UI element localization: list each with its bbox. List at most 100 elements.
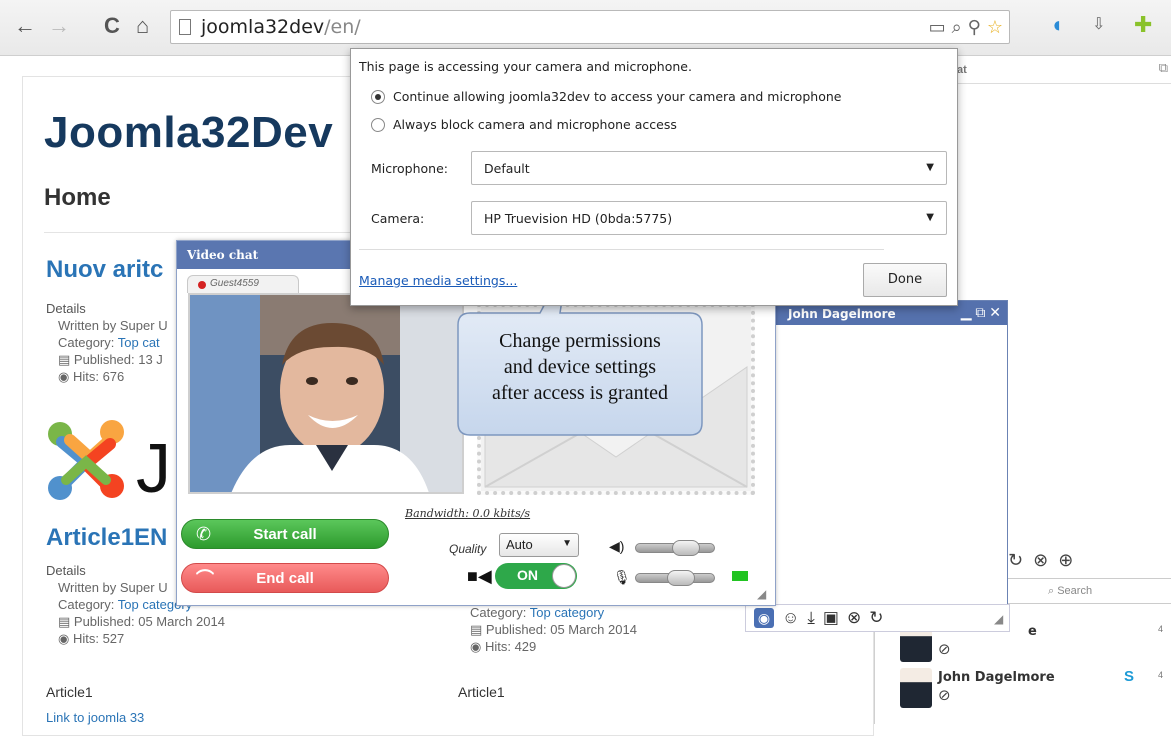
start-call-button[interactable]: ✆ Start call <box>181 519 389 549</box>
contact-count: 4 <box>1158 624 1164 634</box>
article-details: Details Written by Super U Category: Top… <box>46 301 168 384</box>
article-link[interactable]: Link to joomla 33 <box>46 710 144 725</box>
quality-select[interactable]: Auto ▼ <box>499 533 579 557</box>
published-date: Published: 05 March 2014 <box>485 622 637 637</box>
end-call-label: End call <box>256 569 314 587</box>
media-permission-popup: This page is accessing your camera and m… <box>350 48 958 306</box>
resize-grip-icon[interactable]: ◢ <box>757 587 766 601</box>
reload-button[interactable]: C <box>104 14 120 38</box>
live-indicator-icon <box>198 281 206 289</box>
offline-status-icon: ⊘ <box>938 641 951 658</box>
joomla-logo: J <box>48 420 171 507</box>
private-chat-toolbar: ◉ ☺ ⤓ ▣ ⊗ ↻ <box>745 604 1010 632</box>
close-icon[interactable]: ✕ <box>989 304 1001 320</box>
microphone-icon: 🎙 <box>613 569 631 585</box>
speaker-icon: ◀) <box>609 538 625 554</box>
eye-icon: ◉ <box>58 369 73 384</box>
article-title[interactable]: Nuov aritc <box>46 256 163 284</box>
microphone-select[interactable]: Default ▼ <box>471 151 947 185</box>
hits-count: Hits: 676 <box>72 369 125 384</box>
resize-grip-icon[interactable]: ◢ <box>994 612 1003 626</box>
site-title[interactable]: Joomla32Dev <box>44 108 333 158</box>
page-heading: Home <box>44 184 111 211</box>
allow-radio[interactable] <box>371 89 385 104</box>
skype-icon[interactable]: S <box>1124 668 1134 685</box>
extension-download-icon[interactable]: ⇩ <box>1092 12 1105 38</box>
slider-knob[interactable] <box>672 540 700 556</box>
close-circle-icon[interactable]: ⊗ <box>847 608 861 628</box>
slider-knob[interactable] <box>667 570 695 586</box>
article-details: Category: Top category ▤ Published: 05 M… <box>470 605 637 654</box>
key-icon[interactable]: ⚲ <box>968 17 981 37</box>
divider <box>359 249 884 250</box>
avatar <box>900 668 932 708</box>
hits-count: Hits: 429 <box>484 639 537 654</box>
hangup-icon: ⌒ <box>196 569 214 589</box>
zoom-icon[interactable]: ⌕ <box>952 17 962 37</box>
close-circle-icon[interactable]: ⊗ <box>1033 550 1048 571</box>
extension-android-icon[interactable]: ✚ <box>1134 12 1152 38</box>
minimize-icon[interactable]: ▁ <box>961 304 972 320</box>
camera-toggle[interactable]: ON <box>495 563 577 589</box>
category-link[interactable]: Top category <box>530 605 604 620</box>
dropdown-arrow-icon: ▼ <box>926 162 934 173</box>
url-text[interactable]: joomla32dev/en/ <box>201 16 361 38</box>
save-icon[interactable]: ▣ <box>823 608 839 628</box>
quality-value: Auto <box>506 537 533 552</box>
contact-count: 4 <box>1158 670 1164 680</box>
speaker-volume-slider[interactable] <box>635 540 715 556</box>
divider <box>44 232 354 233</box>
add-circle-icon[interactable]: ⊕ <box>1058 550 1073 571</box>
camera-icon: ■◀ <box>467 566 492 586</box>
download-icon[interactable]: ⤓ <box>807 608 815 628</box>
contact-name: John Dagelmore <box>938 670 1055 685</box>
refresh-icon[interactable]: ↻ <box>1008 550 1023 571</box>
toggle-knob <box>552 564 576 588</box>
offline-status-icon: ⊘ <box>938 687 951 704</box>
popout-icon[interactable]: ⧉ <box>1159 60 1168 76</box>
published-date: Published: 05 March 2014 <box>73 614 225 629</box>
block-option-label: Always block camera and microphone acces… <box>393 117 677 132</box>
contact-row[interactable]: John Dagelmore ⊘ S 4 <box>896 668 1171 712</box>
block-option[interactable]: Always block camera and microphone acces… <box>371 117 677 132</box>
contact-toolbar: ↻ ⊗ ⊕ <box>1008 550 1073 571</box>
camera-indicator-icon[interactable]: ▭ <box>929 17 946 37</box>
webcam-icon[interactable]: ◉ <box>754 608 774 628</box>
guest-name: Guest4559 <box>210 278 259 289</box>
page-icon <box>179 19 191 35</box>
quality-label: Quality <box>449 542 487 556</box>
category-link[interactable]: Top cat <box>118 335 160 350</box>
contact-search-input[interactable]: ⌕ Search <box>1008 578 1171 604</box>
allow-option[interactable]: Continue allowing joomla32dev to access … <box>371 89 841 104</box>
contact-name: e <box>1028 624 1037 639</box>
dropdown-arrow-icon: ▼ <box>562 538 572 549</box>
private-chat-window: John Dagelmore ▁ ⧉ ✕ <box>773 300 1008 630</box>
block-radio[interactable] <box>371 117 385 132</box>
back-button[interactable]: ← <box>14 14 36 38</box>
start-call-label: Start call <box>253 525 317 543</box>
forward-button[interactable]: → <box>48 14 70 38</box>
mic-volume-slider[interactable] <box>635 570 715 586</box>
camera-select[interactable]: HP Truevision HD (0bda:5775) ▼ <box>471 201 947 235</box>
calendar-icon: ▤ <box>470 622 486 637</box>
end-call-button[interactable]: ⌒ End call <box>181 563 389 593</box>
home-button[interactable]: ⌂ <box>136 14 149 38</box>
calendar-icon: ▤ <box>58 614 74 629</box>
search-icon: ⌕ <box>1048 585 1058 597</box>
microphone-value: Default <box>484 161 530 176</box>
camera-value: HP Truevision HD (0bda:5775) <box>484 211 673 226</box>
emoji-icon[interactable]: ☺ <box>782 608 799 628</box>
address-bar[interactable]: joomla32dev/en/ ▭ ⌕ ⚲ ☆ <box>170 10 1010 44</box>
popout-icon[interactable]: ⧉ <box>975 304 985 320</box>
refresh-icon[interactable]: ↻ <box>869 608 883 628</box>
bandwidth-readout: Bandwidth: 0.0 kbits/s <box>405 507 531 520</box>
video-chat-title: Video chat <box>187 248 259 262</box>
manage-media-settings-link[interactable]: Manage media settings... <box>359 273 517 288</box>
allow-option-label: Continue allowing joomla32dev to access … <box>393 89 842 104</box>
article-body: Article1 <box>46 684 93 700</box>
bookmark-star-icon[interactable]: ☆ <box>987 17 1003 37</box>
done-button[interactable]: Done <box>863 263 947 297</box>
extension-wifi-icon[interactable]: ◖ <box>1050 12 1063 38</box>
eye-icon: ◉ <box>58 631 73 646</box>
article-title[interactable]: Article1EN <box>46 524 167 552</box>
